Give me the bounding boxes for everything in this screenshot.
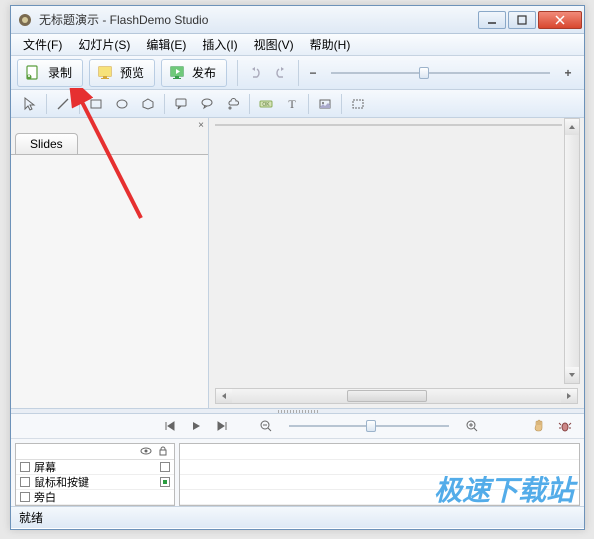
menu-file[interactable]: 文件(F) <box>15 34 70 55</box>
zoom-in-button[interactable]: + <box>562 66 574 80</box>
timeline-tool-hand-icon[interactable] <box>527 414 551 438</box>
scroll-right-icon[interactable] <box>561 389 577 403</box>
record-button[interactable]: 录制 <box>17 59 83 87</box>
rectangle-tool[interactable] <box>84 92 108 116</box>
menu-slide[interactable]: 幻灯片(S) <box>70 34 138 55</box>
play-button[interactable] <box>184 414 208 438</box>
timeline-zoom-in-button[interactable] <box>460 414 484 438</box>
svg-text:T: T <box>288 97 296 111</box>
status-text: 就绪 <box>19 509 43 526</box>
canvas-area <box>209 118 584 408</box>
timeline-panel: 屏幕 鼠标和按键 旁白 <box>11 414 584 506</box>
main-toolbar: 录制 预览 发布 − + <box>11 56 584 90</box>
callout-rect-tool[interactable] <box>169 92 193 116</box>
undo-button[interactable] <box>243 61 267 85</box>
minimize-button[interactable] <box>478 11 506 29</box>
record-label: 录制 <box>48 64 72 81</box>
zoom-slider[interactable] <box>331 72 550 74</box>
separator <box>298 60 299 86</box>
slides-tab[interactable]: Slides <box>15 133 78 154</box>
timeline-tracks-header: 屏幕 鼠标和按键 旁白 <box>15 443 175 506</box>
line-tool[interactable] <box>51 92 75 116</box>
menu-view[interactable]: 视图(V) <box>246 34 302 55</box>
vertical-scrollbar[interactable] <box>564 118 580 384</box>
first-frame-button[interactable] <box>158 414 182 438</box>
menu-insert[interactable]: 插入(I) <box>194 34 245 55</box>
main-window: 无标题演示 - FlashDemo Studio 文件(F) 幻灯片(S) 编辑… <box>10 5 585 530</box>
menu-edit[interactable]: 编辑(E) <box>138 34 194 55</box>
close-button[interactable] <box>538 11 582 29</box>
hotspot-tool[interactable] <box>346 92 370 116</box>
last-frame-button[interactable] <box>210 414 234 438</box>
panel-close-button[interactable]: × <box>11 118 208 132</box>
redo-button[interactable] <box>269 61 293 85</box>
horizontal-scrollbar[interactable] <box>215 388 578 404</box>
track-row-mouse[interactable]: 鼠标和按键 <box>16 475 174 490</box>
publish-icon <box>168 64 186 82</box>
body: × Slides <box>11 118 584 408</box>
canvas[interactable] <box>215 124 562 126</box>
polygon-tool[interactable] <box>136 92 160 116</box>
app-icon <box>17 12 33 28</box>
track-row-narration[interactable]: 旁白 <box>16 490 174 505</box>
scroll-down-icon[interactable] <box>565 367 579 383</box>
titlebar: 无标题演示 - FlashDemo Studio <box>11 6 584 34</box>
timeline-zoom-slider[interactable] <box>289 425 449 427</box>
preview-button[interactable]: 预览 <box>89 59 155 87</box>
callout-round-tool[interactable] <box>195 92 219 116</box>
slides-list[interactable] <box>11 154 208 408</box>
shape-toolbar: OK T <box>11 90 584 118</box>
window-title: 无标题演示 - FlashDemo Studio <box>39 11 476 28</box>
image-tool[interactable] <box>313 92 337 116</box>
visibility-icon[interactable] <box>140 445 152 459</box>
zoom-out-button[interactable]: − <box>307 66 319 80</box>
timeline-zoom-out-button[interactable] <box>254 414 278 438</box>
text-tool[interactable]: T <box>280 92 304 116</box>
callout-cloud-tool[interactable] <box>221 92 245 116</box>
lock-icon[interactable] <box>158 445 168 459</box>
maximize-button[interactable] <box>508 11 536 29</box>
track-row-screen[interactable]: 屏幕 <box>16 460 174 475</box>
menu-help[interactable]: 帮助(H) <box>302 34 359 55</box>
timeline-tool-bug-icon[interactable] <box>553 414 577 438</box>
pointer-tool[interactable] <box>18 92 42 116</box>
slides-panel: × Slides <box>11 118 209 408</box>
button-tool[interactable]: OK <box>254 92 278 116</box>
publish-label: 发布 <box>192 64 216 81</box>
separator <box>237 60 238 86</box>
scroll-left-icon[interactable] <box>216 389 232 403</box>
scroll-up-icon[interactable] <box>565 119 579 135</box>
publish-button[interactable]: 发布 <box>161 59 227 87</box>
ellipse-tool[interactable] <box>110 92 134 116</box>
preview-label: 预览 <box>120 64 144 81</box>
svg-text:OK: OK <box>262 102 270 108</box>
record-icon <box>24 64 42 82</box>
menubar: 文件(F) 幻灯片(S) 编辑(E) 插入(I) 视图(V) 帮助(H) <box>11 34 584 56</box>
preview-icon <box>96 64 114 82</box>
timeline-tracks[interactable] <box>179 443 580 506</box>
